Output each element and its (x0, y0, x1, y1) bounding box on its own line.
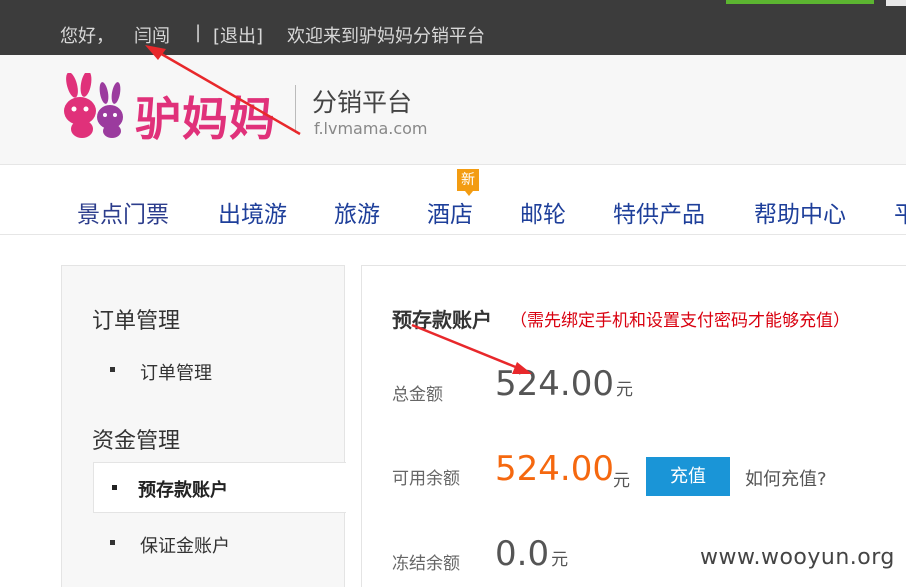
logout-link[interactable]: [退出] (213, 22, 263, 48)
donkey-logo-icon[interactable] (60, 73, 135, 143)
top-bar: 您好， 闫闯 | [退出] 欢迎来到驴妈妈分销平台 (0, 0, 906, 55)
sidebar-item-label: 预存款账户 (138, 480, 228, 501)
watermark-text: www.wooyun.org (700, 545, 895, 570)
unit-label: 元 (615, 380, 633, 400)
bullet-icon (110, 367, 115, 372)
sidebar-heading-orders: 订单管理 (92, 309, 181, 334)
nav-item-special[interactable]: 特供产品 (613, 195, 705, 229)
header-logo-area: 驴妈妈 分销平台 f.lvmama.com (0, 55, 906, 165)
frozen-amount: 0.0 元 (495, 534, 568, 574)
nav-item-outbound[interactable]: 出境游 (218, 195, 287, 229)
available-unit: 元 (613, 471, 630, 491)
greeting-text: 您好， (60, 26, 114, 47)
main-nav: 景点门票 出境游 旅游 酒店 邮轮 特供产品 帮助中心 平 (0, 165, 906, 235)
account-title: 预存款账户 (392, 308, 492, 332)
frozen-label: 冻结余额 (392, 554, 460, 574)
nav-item-truncated[interactable]: 平 (894, 195, 906, 229)
sidebar-item-label: 订单管理 (140, 363, 212, 384)
total-label: 总金额 (392, 385, 443, 405)
username-link[interactable]: 闫闯 (134, 22, 170, 48)
account-note: （需先绑定手机和设置支付密码才能够充值） (510, 311, 850, 331)
available-label: 可用余额 (392, 469, 460, 489)
nav-item-help[interactable]: 帮助中心 (754, 195, 846, 229)
platform-subtitle: 分销平台 (312, 88, 413, 117)
account-panel: 预存款账户 （需先绑定手机和设置支付密码才能够充值） 总金额 524.00 元 可… (361, 265, 906, 587)
total-value: 524.00 (495, 364, 614, 404)
how-to-recharge-link[interactable]: 如何充值? (745, 465, 827, 491)
sidebar-item-prepaid-account[interactable]: 预存款账户 (93, 462, 346, 513)
nav-item-travel[interactable]: 旅游 (334, 195, 380, 229)
sidebar-item-label: 保证金账户 (140, 536, 230, 557)
new-badge: 新 (457, 169, 479, 196)
brand-logo-text[interactable]: 驴妈妈 (135, 83, 276, 149)
recharge-button[interactable]: 充值 (646, 457, 730, 496)
bullet-icon (110, 540, 115, 545)
nav-item-cruise[interactable]: 邮轮 (520, 195, 566, 229)
welcome-text: 欢迎来到驴妈妈分销平台 (287, 26, 485, 47)
logo-divider (295, 85, 296, 133)
frozen-value: 0.0 (495, 534, 550, 574)
unit-label: 元 (551, 550, 569, 570)
sidebar-item-orders[interactable]: 订单管理 (110, 359, 212, 385)
site-url: f.lvmama.com (314, 119, 428, 138)
green-button-edge[interactable] (726, 0, 874, 4)
available-value: 524.00 (495, 449, 614, 489)
sidebar-item-deposit-account[interactable]: 保证金账户 (110, 532, 230, 558)
nav-item-tickets[interactable]: 景点门票 (77, 195, 169, 229)
total-amount: 524.00 元 (495, 364, 633, 404)
nav-item-hotel[interactable]: 酒店 (427, 195, 473, 229)
sidebar: 订单管理 订单管理 资金管理 预存款账户 保证金账户 (61, 265, 346, 587)
sidebar-heading-funds: 资金管理 (92, 429, 181, 454)
separator: | (195, 22, 202, 43)
corner-box (886, 0, 906, 6)
bullet-icon (112, 485, 117, 490)
